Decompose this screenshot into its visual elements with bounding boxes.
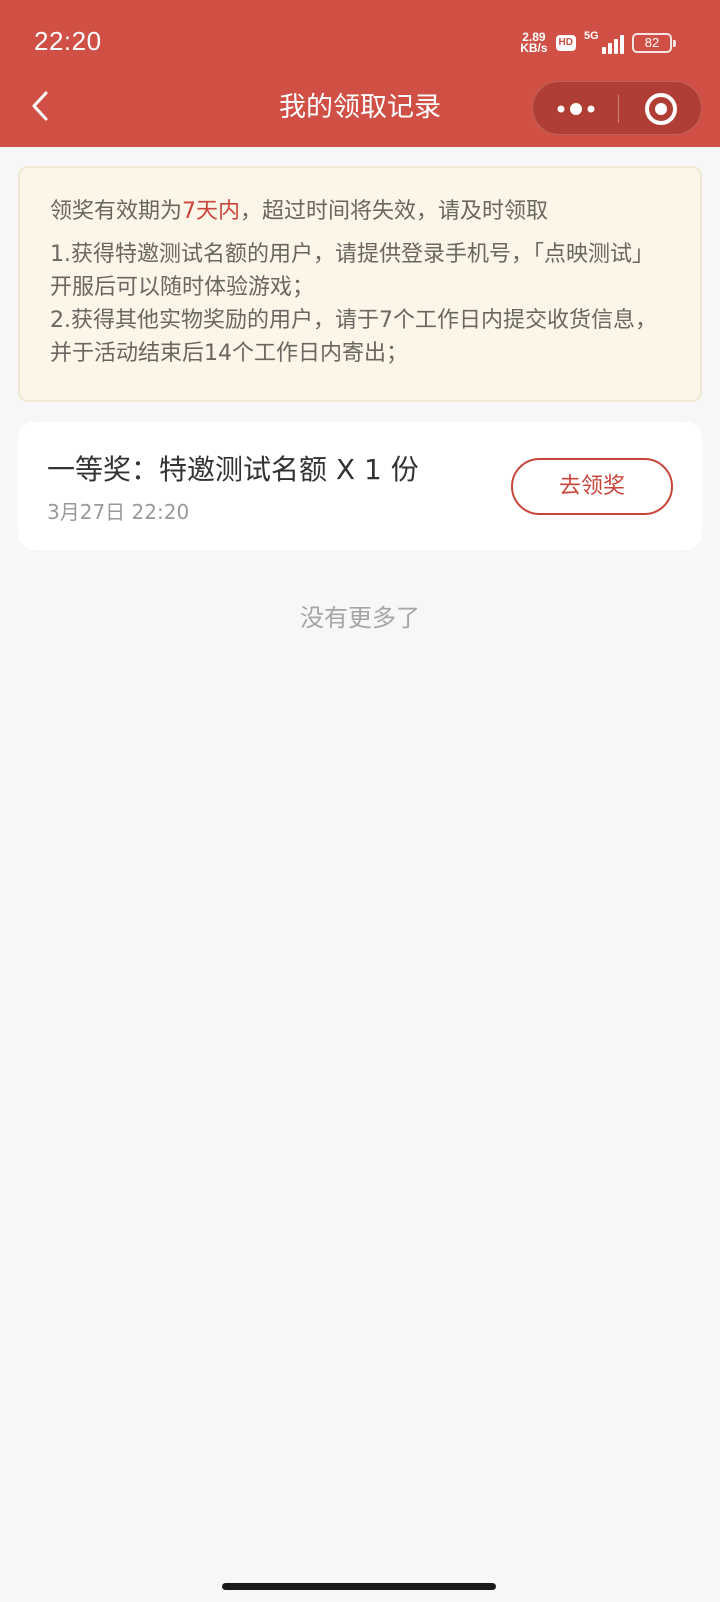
notice-item: 1.获得特邀测试名额的用户，请提供登录手机号，「点映测试」开服后可以随时体验游戏… bbox=[50, 242, 654, 300]
network-speed: 2.89 KB/s bbox=[520, 31, 548, 55]
top-bar: 22:20 2.89 KB/s HD 5G 82 我的领取记录 bbox=[0, 0, 720, 147]
more-dots-icon bbox=[557, 103, 594, 115]
mini-program-capsule bbox=[532, 81, 702, 135]
signal-icon: 5G bbox=[584, 30, 624, 54]
more-button[interactable] bbox=[533, 82, 618, 136]
notice-head: 领奖有效期为7天内，超过时间将失效，请及时领取 bbox=[50, 198, 670, 226]
no-more-text: 没有更多了 bbox=[300, 604, 420, 632]
home-indicator[interactable] bbox=[222, 1583, 496, 1590]
battery-icon: 82 bbox=[632, 33, 676, 53]
prize-time: 3月27日 22:20 bbox=[47, 500, 190, 524]
prize-name: 一等奖：特邀测试名额 X 1 份 bbox=[47, 453, 419, 486]
network-speed-unit: KB/s bbox=[520, 41, 548, 55]
network-type: 5G bbox=[584, 30, 599, 42]
prize-card: 一等奖：特邀测试名额 X 1 份 3月27日 22:20 去领奖 bbox=[18, 422, 702, 550]
notice-head-prefix: 领奖有效期为 bbox=[50, 199, 183, 224]
close-mini-program-button[interactable] bbox=[619, 82, 703, 136]
target-circle-icon bbox=[645, 93, 677, 125]
status-icons: 2.89 KB/s HD 5G 82 bbox=[520, 28, 676, 58]
claim-prize-button[interactable]: 去领奖 bbox=[511, 458, 673, 515]
notice-box: 领奖有效期为7天内，超过时间将失效，请及时领取 1.获得特邀测试名额的用户，请提… bbox=[18, 166, 702, 402]
battery-level: 82 bbox=[632, 33, 672, 53]
status-time: 22:20 bbox=[34, 26, 102, 56]
notice-item: 2.获得其他实物奖励的用户，请于7个工作日内提交收货信息，并于活动结束后14个工… bbox=[50, 308, 657, 366]
notice-validity-highlight: 7天内 bbox=[182, 199, 241, 224]
notice-head-suffix: ，超过时间将失效，请及时领取 bbox=[240, 199, 549, 224]
hd-badge: HD bbox=[555, 35, 576, 51]
